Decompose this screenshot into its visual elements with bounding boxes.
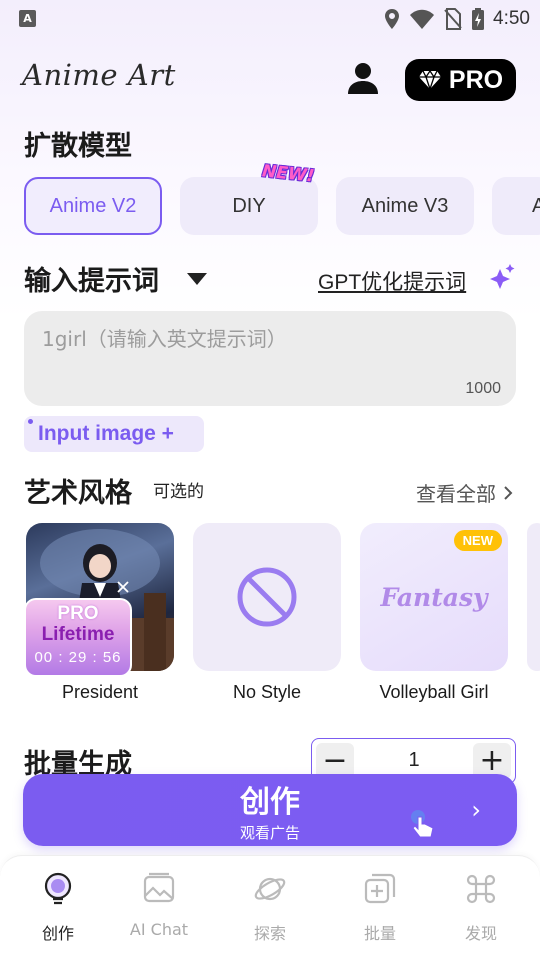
pro-label: PRO	[448, 65, 504, 94]
model-tab-anime-v3[interactable]: Anime V3	[336, 177, 474, 235]
style-card-partial[interactable]	[527, 523, 540, 671]
gpt-optimize-link[interactable]: GPT优化提示词	[318, 266, 466, 296]
chevron-right-icon	[504, 485, 513, 500]
pro-lifetime-promo[interactable]: PRO Lifetime 00 : 29 : 56	[24, 598, 132, 677]
new-badge: NEW	[453, 530, 502, 551]
location-icon	[385, 9, 400, 29]
sparkle-icon	[490, 264, 515, 289]
create-button[interactable]: 创作 观看广告 ›	[23, 774, 517, 846]
notification-app-icon: A	[19, 10, 36, 27]
battery-charging-icon	[472, 8, 485, 30]
dropdown-arrow-icon[interactable]	[186, 272, 208, 286]
model-tab-partial[interactable]: A	[492, 177, 540, 235]
promo-lifetime-label: Lifetime	[41, 624, 115, 645]
no-style-icon	[237, 567, 297, 627]
model-tab-anime-v2[interactable]: Anime V2	[24, 177, 162, 235]
style-card-no-style[interactable]	[193, 523, 341, 671]
diffusion-model-title: 扩散模型	[24, 131, 132, 162]
status-bar: A 4:50	[0, 0, 540, 38]
diamond-icon	[418, 70, 441, 90]
promo-countdown: 00 : 29 : 56	[34, 649, 122, 666]
user-profile-icon[interactable]	[345, 60, 381, 96]
watch-ad-label: 观看广告	[239, 824, 300, 842]
nav-tab-create[interactable]: 创作	[13, 872, 103, 944]
bulb-icon	[44, 872, 72, 905]
view-all-link[interactable]: 查看全部	[416, 478, 514, 507]
input-image-button[interactable]: Input image +	[24, 416, 204, 452]
pro-button[interactable]: PRO	[405, 59, 516, 101]
bottom-navigation: 创作 AI Chat 探索 批量 发现	[0, 855, 540, 960]
nav-tab-batch[interactable]: 批量	[335, 872, 425, 944]
create-label: 创作	[240, 785, 300, 820]
nav-tab-ai-chat[interactable]: AI Chat	[114, 872, 204, 939]
nav-tab-explore[interactable]: 探索	[225, 872, 315, 944]
model-tab-diy[interactable]: DIY	[180, 177, 318, 235]
char-limit: 1000	[465, 380, 501, 397]
prompt-input[interactable]	[42, 327, 482, 351]
command-icon	[466, 874, 496, 904]
clock: 4:50	[493, 8, 530, 29]
planet-icon	[254, 877, 286, 901]
promo-close-icon[interactable]	[116, 580, 130, 594]
input-image-dot	[28, 419, 33, 424]
style-label-no-style: No Style	[232, 682, 302, 702]
prompt-title: 输入提示词	[24, 266, 159, 297]
nav-label-ai-chat: AI Chat	[129, 920, 189, 939]
create-chevron-icon: ›	[471, 796, 481, 824]
nav-label-batch: 批量	[363, 924, 396, 943]
optional-label: 可选的	[153, 482, 204, 502]
nav-label-create: 创作	[41, 924, 74, 943]
prompt-box[interactable]: 1000	[24, 311, 516, 406]
app-logo: Anime Art	[22, 58, 176, 92]
style-label-volleyball-girl: Volleyball Girl	[379, 682, 489, 702]
style-label-president: President	[61, 682, 139, 702]
nav-tab-discover[interactable]: 发现	[436, 872, 526, 944]
batch-count: 1	[408, 749, 420, 771]
nav-label-discover: 发现	[464, 924, 497, 943]
art-style-title: 艺术风格	[24, 478, 132, 509]
nav-label-explore: 探索	[253, 924, 286, 943]
view-all-label: 查看全部	[416, 482, 496, 506]
no-sim-icon	[444, 8, 462, 30]
image-icon	[143, 872, 175, 903]
wifi-icon	[410, 9, 435, 29]
style-card-volleyball-girl[interactable]: Fantasy NEW	[360, 523, 508, 671]
batch-add-icon	[364, 873, 396, 904]
promo-pro-label: PRO	[57, 603, 99, 624]
fantasy-card-text: Fantasy	[380, 582, 488, 612]
tap-hand-icon	[411, 810, 434, 838]
